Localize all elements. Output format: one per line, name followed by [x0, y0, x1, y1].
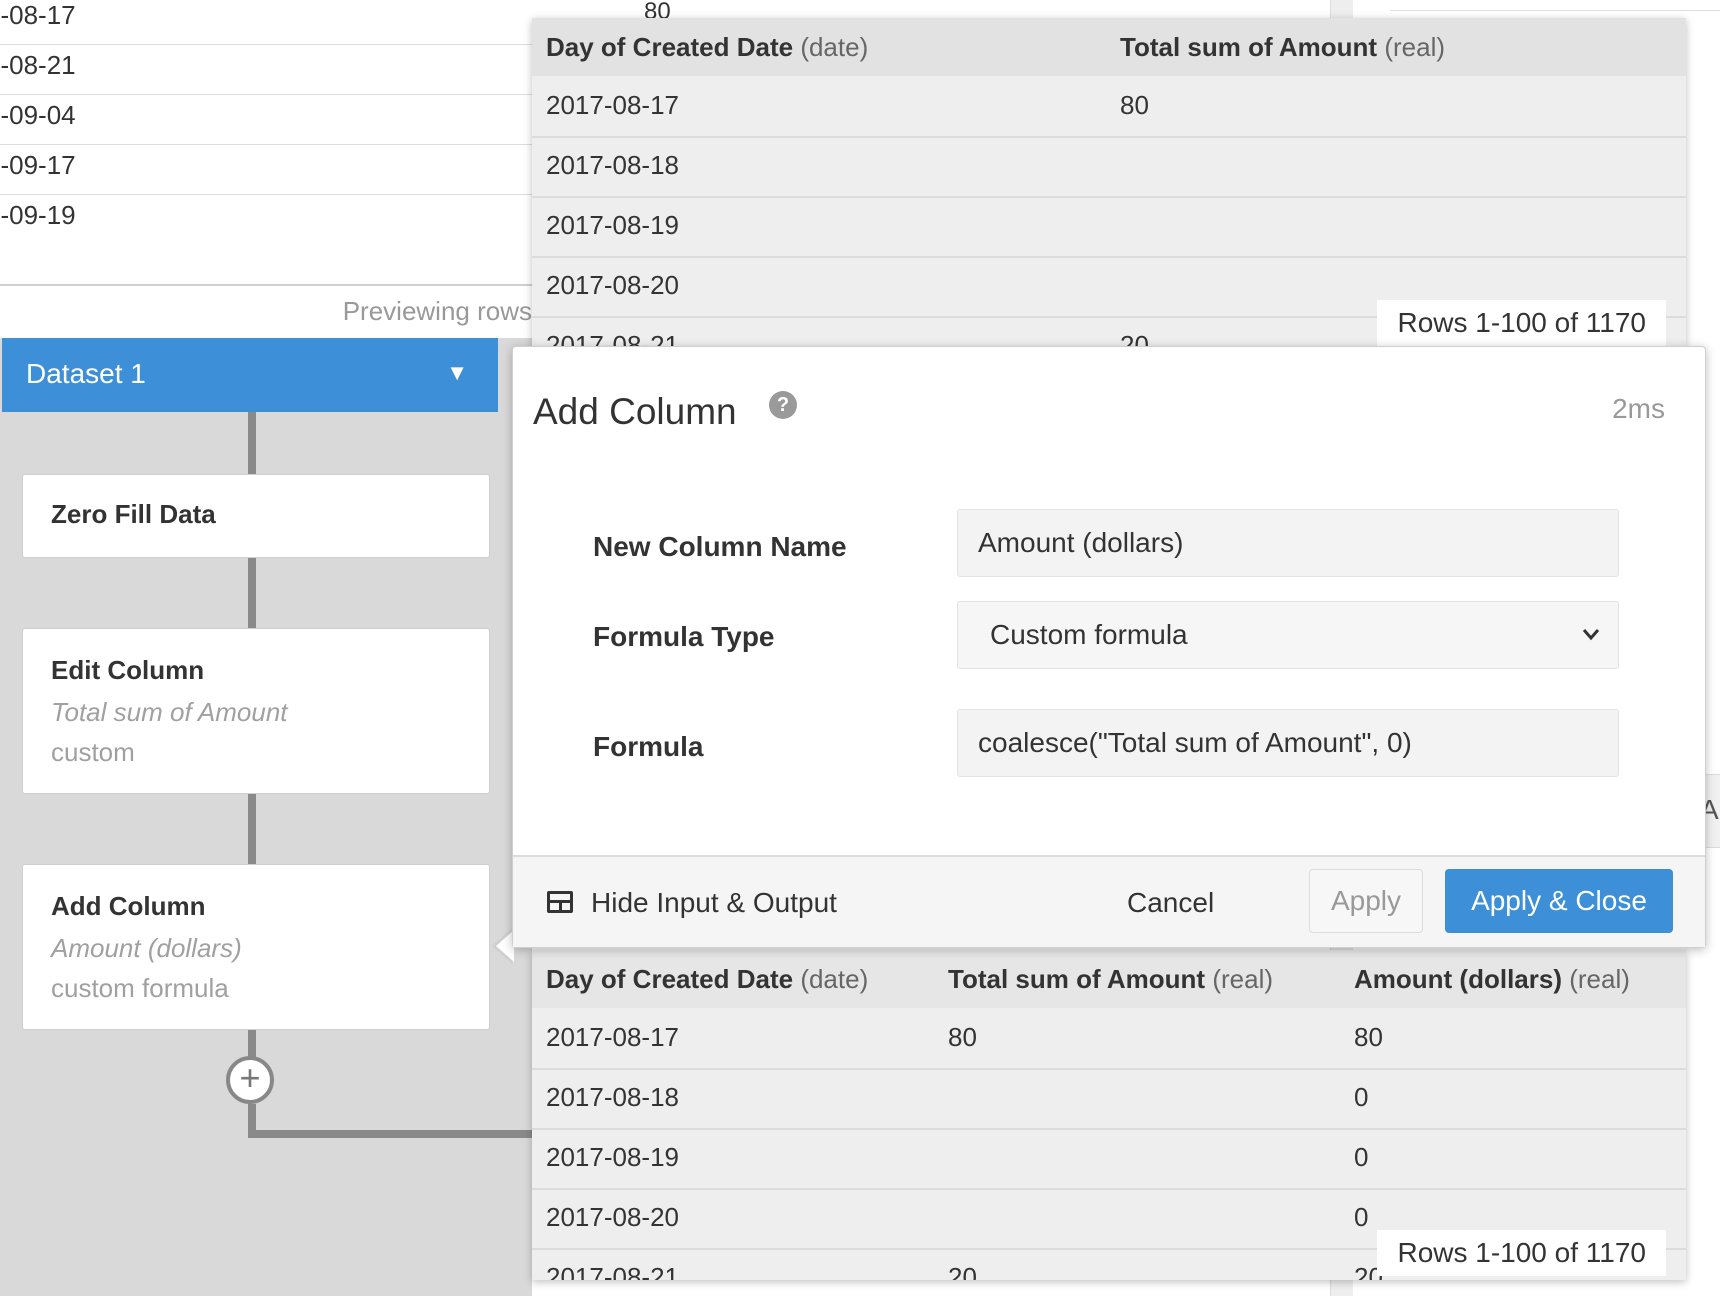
cell: 80	[1354, 1022, 1383, 1052]
background-divider-line	[1390, 10, 1720, 11]
dialog-title: Add Column	[533, 391, 737, 432]
formula-type-value: Custom formula	[990, 619, 1188, 650]
step-detail: custom formula	[51, 973, 229, 1003]
cell: 2017-08-18	[546, 150, 679, 180]
table-header: Day of Created Date (date) Total sum of …	[532, 950, 1686, 1008]
column-header[interactable]: Total sum of Amount (real)	[1120, 32, 1445, 63]
cell: 7-09-04	[0, 100, 76, 130]
column-header[interactable]: Day of Created Date (date)	[546, 32, 868, 63]
cell: 7-09-19	[0, 200, 76, 230]
add-step-button[interactable]: +	[226, 1056, 274, 1104]
table-grid-icon[interactable]	[547, 891, 573, 913]
column-header[interactable]: Day of Created Date (date)	[546, 964, 868, 995]
new-column-name-label: New Column Name	[593, 531, 847, 562]
cell: 2017-08-19	[546, 210, 679, 240]
cell: 7-09-17	[0, 150, 76, 180]
table-row: 2017-08-18	[532, 136, 1686, 198]
header-type: (real)	[1569, 964, 1630, 994]
new-column-name-input[interactable]: Amount (dollars)	[957, 509, 1619, 577]
table-row: 7-09-04	[0, 94, 532, 145]
header-name: Day of Created Date	[546, 964, 794, 994]
cell: 7-08-21	[0, 50, 76, 80]
step-subtitle: Total sum of Amount	[51, 697, 288, 727]
column-header[interactable]: Amount (dollars) (real)	[1354, 964, 1630, 995]
cell: 80	[1120, 90, 1149, 120]
cell: 7-08-17	[0, 0, 76, 30]
cell: 2017-08-20	[546, 1202, 679, 1232]
pipeline-connector	[248, 556, 256, 628]
cell: 0	[1354, 1142, 1369, 1172]
cell: 0	[1354, 1202, 1369, 1232]
table-row: 7-08-21	[0, 44, 532, 95]
table-row: 2017-08-18 0	[532, 1068, 1686, 1130]
cell: 80	[948, 1022, 977, 1052]
cell: 2017-08-18	[546, 1082, 679, 1112]
table-row: 7-09-17	[0, 144, 532, 195]
step-title: Add Column	[51, 891, 206, 921]
plus-circle-icon: +	[239, 1057, 261, 1098]
header-name: Amount (dollars)	[1354, 964, 1562, 994]
pipeline-connector	[248, 1028, 256, 1058]
step-detail: custom	[51, 737, 135, 767]
cell: 2017-08-17	[546, 1022, 679, 1052]
table-header: Day of Created Date (date) Total sum of …	[532, 18, 1686, 76]
row-count-badge: Rows 1-100 of 1170	[1377, 1230, 1666, 1276]
table-row: 2017-08-17 80	[532, 76, 1686, 138]
cell: 2017-08-17	[546, 90, 679, 120]
cell: 20	[1120, 330, 1149, 346]
dataset-selector[interactable]: Dataset 1 ▼	[2, 338, 498, 412]
pipeline-connector	[248, 792, 256, 864]
header-name: Day of Created Date	[546, 32, 794, 62]
caret-down-icon[interactable]: ▼	[446, 360, 468, 386]
formula-label: Formula	[593, 731, 704, 762]
table-row: 2017-08-17 80 80	[532, 1008, 1686, 1070]
header-type: (date)	[800, 32, 869, 62]
step-card-edit-column[interactable]: Edit Column Total sum of Amount custom	[22, 628, 490, 794]
formula-type-label: Formula Type	[593, 621, 775, 652]
input-table: Day of Created Date (date) Total sum of …	[532, 18, 1686, 346]
apply-button[interactable]: Apply	[1309, 869, 1423, 933]
preview-note: Previewing rows	[0, 284, 532, 326]
cell: 0	[1354, 1082, 1369, 1112]
header-type: (real)	[1212, 964, 1273, 994]
pipeline-connector	[248, 1130, 532, 1138]
step-card-add-column[interactable]: Add Column Amount (dollars) custom formu…	[22, 864, 490, 1030]
column-header[interactable]: Total sum of Amount (real)	[948, 964, 1273, 995]
formula-input[interactable]: coalesce("Total sum of Amount", 0)	[957, 709, 1619, 777]
row-count-badge: Rows 1-100 of 1170	[1377, 300, 1666, 346]
header-type: (date)	[800, 964, 869, 994]
cell: 2017-08-19	[546, 1142, 679, 1172]
cell: 20	[948, 1262, 977, 1280]
timing-label: 2ms	[1612, 393, 1665, 424]
cell: 2017-08-20	[546, 270, 679, 300]
step-card-zero-fill[interactable]: Zero Fill Data	[22, 474, 490, 558]
step-title: Zero Fill Data	[51, 499, 216, 529]
dialog-footer: Hide Input & Output Cancel Apply Apply &…	[513, 855, 1705, 947]
header-name: Total sum of Amount	[1120, 32, 1378, 62]
header-type: (real)	[1384, 32, 1445, 62]
step-subtitle: Amount (dollars)	[51, 933, 242, 963]
cell: 2017-08-21	[546, 1262, 679, 1280]
formula-type-select[interactable]: Custom formula	[957, 601, 1619, 669]
table-row: 7-08-17	[0, 0, 532, 45]
help-circle-icon[interactable]: ?	[769, 391, 797, 419]
dataset-label: Dataset 1	[26, 358, 146, 389]
preview-note-text: Previewing rows	[342, 296, 532, 326]
add-column-dialog: Add Column ? 2ms New Column Name Amount …	[512, 346, 1706, 948]
table-row: 2017-08-19 0	[532, 1128, 1686, 1190]
apply-and-close-button[interactable]: Apply & Close	[1445, 869, 1673, 933]
cancel-button[interactable]: Cancel	[1127, 887, 1214, 919]
chevron-down-icon	[1580, 602, 1602, 694]
table-row: 7-09-19	[0, 194, 532, 244]
hide-input-output-toggle[interactable]: Hide Input & Output	[591, 887, 837, 919]
output-table: Day of Created Date (date) Total sum of …	[532, 950, 1686, 1280]
pipeline-connector	[248, 412, 256, 476]
table-row: 2017-08-19	[532, 196, 1686, 258]
step-title: Edit Column	[51, 655, 205, 685]
cell: 2017-08-21	[546, 330, 679, 346]
header-name: Total sum of Amount	[948, 964, 1206, 994]
